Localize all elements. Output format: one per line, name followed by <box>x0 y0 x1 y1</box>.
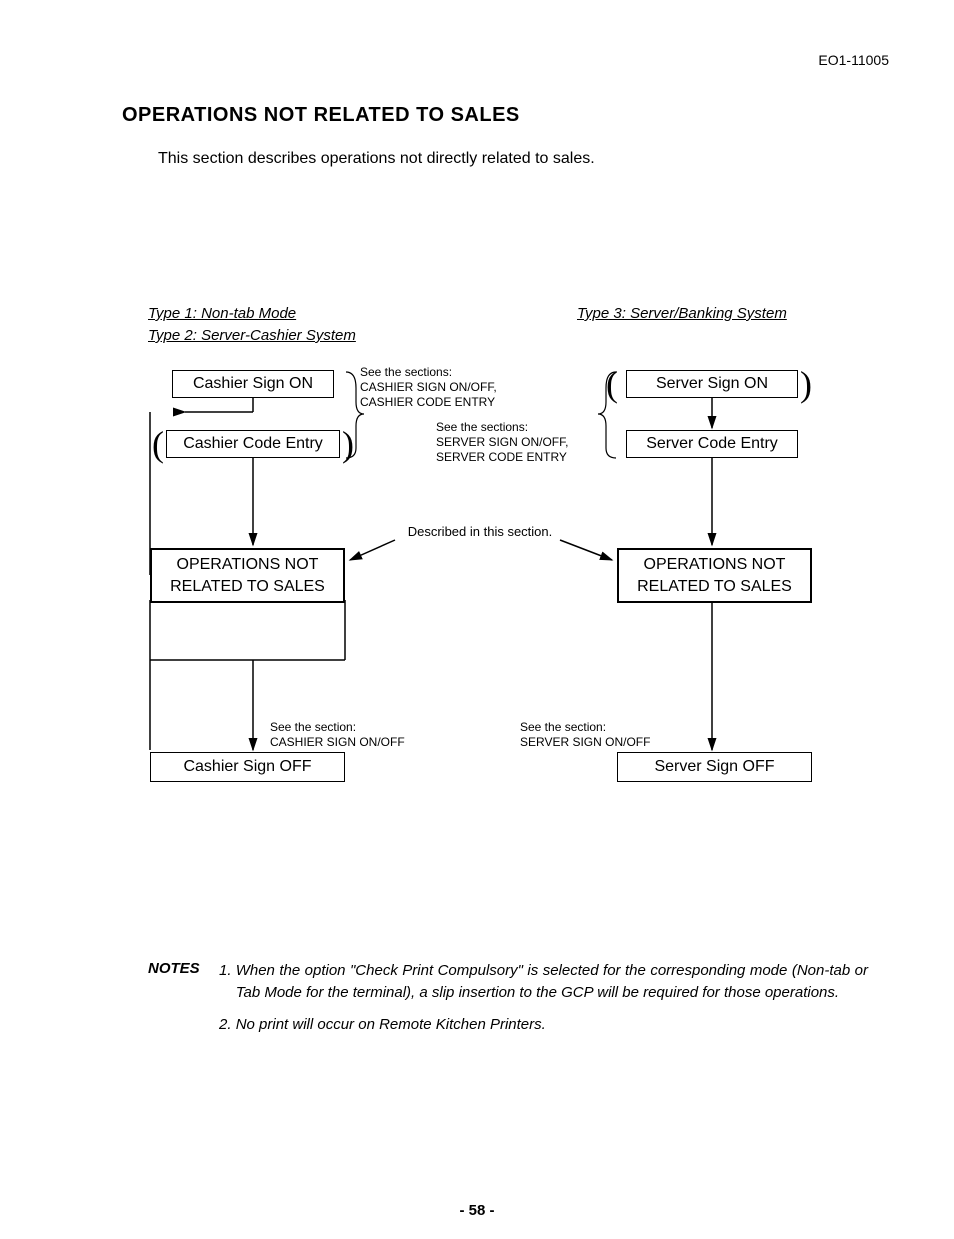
cashier-code-entry-box: Cashier Code Entry <box>166 430 340 458</box>
server-sign-on-box: Server Sign ON <box>626 370 798 398</box>
described-annot: Described in this section. <box>380 524 580 539</box>
note-1: When the option "Check Print Compulsory"… <box>236 960 868 1004</box>
see-server-off-annot: See the section: SERVER SIGN ON/OFF <box>520 720 650 750</box>
type-1-label: Type 1: Non-tab Mode <box>148 305 296 322</box>
see-cashier-off-annot: See the section: CASHIER SIGN ON/OFF <box>270 720 405 750</box>
server-code-entry-box: Server Code Entry <box>626 430 798 458</box>
see-cashier-annot: See the sections: CASHIER SIGN ON/OFF, C… <box>360 365 497 410</box>
left-paren-right: ( <box>606 366 618 402</box>
cashier-sign-off-box: Cashier Sign OFF <box>150 752 345 782</box>
left-paren: ( <box>152 426 164 462</box>
document-id: EO1-11005 <box>818 52 889 68</box>
type-2-label: Type 2: Server-Cashier System <box>148 327 356 344</box>
right-paren-right: ) <box>800 366 812 402</box>
ops-not-related-left: OPERATIONS NOT RELATED TO SALES <box>150 548 345 603</box>
server-sign-off-box: Server Sign OFF <box>617 752 812 782</box>
intro-text: This section describes operations not di… <box>158 150 595 168</box>
cashier-sign-on-box: Cashier Sign ON <box>172 370 334 398</box>
ops-not-related-right: OPERATIONS NOT RELATED TO SALES <box>617 548 812 603</box>
page: EO1-11005 OPERATIONS NOT RELATED TO SALE… <box>0 0 954 1239</box>
flow-connectors <box>0 0 954 1239</box>
type-3-label: Type 3: Server/Banking System <box>577 305 787 322</box>
section-title: OPERATIONS NOT RELATED TO SALES <box>122 104 520 127</box>
right-paren: ) <box>342 426 354 462</box>
notes-block: NOTES When the option "Check Print Compu… <box>148 960 868 1045</box>
notes-label: NOTES <box>148 960 212 1045</box>
note-2: No print will occur on Remote Kitchen Pr… <box>236 1014 868 1036</box>
page-number: - 58 - <box>0 1202 954 1219</box>
see-server-annot: See the sections: SERVER SIGN ON/OFF, SE… <box>436 420 568 465</box>
